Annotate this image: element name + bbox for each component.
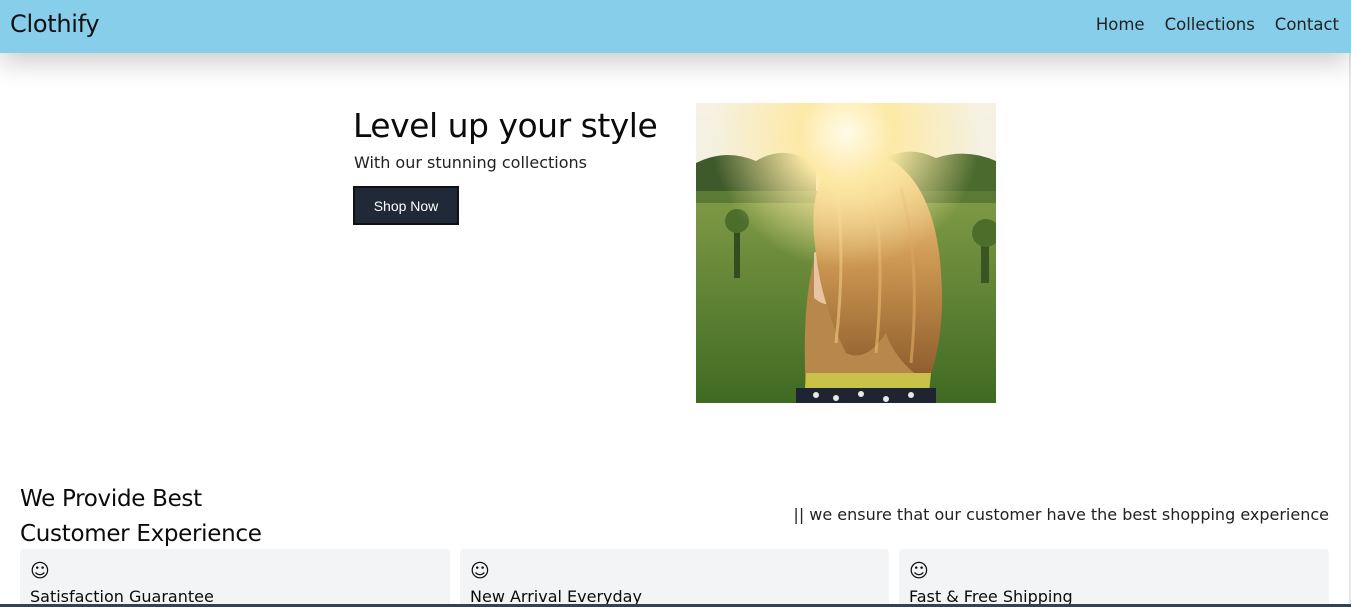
feature-card-new-arrival: ☺ New Arrival Everyday [460, 549, 889, 607]
nav-link-collections[interactable]: Collections [1165, 15, 1255, 34]
hero-image [696, 103, 996, 403]
hero-title: Level up your style [353, 106, 658, 145]
features-tagline: || we ensure that our customer have the … [793, 505, 1329, 524]
smiley-icon: ☺ [30, 560, 50, 582]
smiley-icon: ☺ [909, 560, 929, 582]
nav-link-home[interactable]: Home [1096, 15, 1145, 34]
nav-links: Home Collections Contact [1096, 15, 1339, 34]
shop-now-button[interactable]: Shop Now [353, 186, 459, 225]
brand-logo[interactable]: Clothify [10, 10, 100, 38]
feature-card-satisfaction: ☺ Satisfaction Guarantee [20, 549, 450, 607]
navbar: Clothify Home Collections Contact [0, 0, 1351, 53]
features-title: We Provide Best Customer Experience [20, 482, 262, 552]
feature-card-shipping: ☺ Fast & Free Shipping [899, 549, 1329, 607]
smiley-icon: ☺ [470, 560, 490, 582]
nav-link-contact[interactable]: Contact [1275, 15, 1339, 34]
features-title-line2: Customer Experience [20, 521, 262, 547]
hero-subtitle: With our stunning collections [354, 153, 587, 172]
features-title-line1: We Provide Best [20, 486, 202, 512]
feature-cards: ☺ Satisfaction Guarantee ☺ New Arrival E… [20, 549, 1329, 607]
hero-photo-illustration [696, 103, 996, 403]
